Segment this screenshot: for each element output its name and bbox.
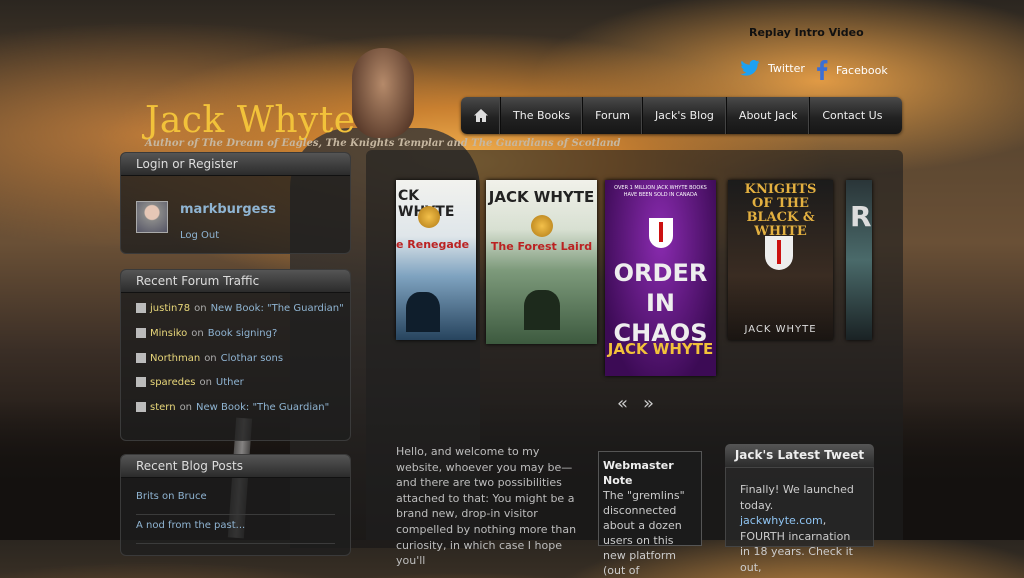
book-subtitle: The Forest Laird <box>490 240 593 253</box>
tweet-text: Finally! We launched today. <box>740 483 854 512</box>
nav-contact-us[interactable]: Contact Us <box>810 97 894 134</box>
forum-user-link[interactable]: Northman <box>150 353 200 364</box>
latest-tweet-heading: Jack's Latest Tweet <box>725 444 874 467</box>
knight-silhouette <box>406 292 440 332</box>
on-label: on <box>179 402 193 414</box>
cross-icon <box>659 222 663 242</box>
blog-posts-heading: Recent Blog Posts <box>121 455 350 478</box>
login-heading: Login or Register <box>121 153 350 176</box>
forum-topic-link[interactable]: Book signing? <box>208 328 278 339</box>
facebook-label: Facebook <box>836 63 888 77</box>
book-cover[interactable]: R <box>846 180 872 340</box>
seal-icon <box>418 206 440 228</box>
nav-home[interactable] <box>461 97 501 134</box>
facebook-link[interactable]: Facebook <box>816 60 888 80</box>
nav-the-books[interactable]: The Books <box>501 97 584 134</box>
book-cover[interactable]: CK WHYTE e Renegade <box>396 180 476 340</box>
book-title: R <box>850 200 872 233</box>
knight-silhouette <box>524 290 560 330</box>
forum-traffic-panel: Recent Forum Traffic justin78 on New Book:… <box>120 269 351 441</box>
user-icon <box>136 402 146 413</box>
forum-topic-link[interactable]: New Book: "The Guardian" <box>211 303 344 314</box>
forum-user-link[interactable]: justin78 <box>150 303 190 314</box>
nav-jacks-blog[interactable]: Jack's Blog <box>643 97 727 134</box>
on-label: on <box>194 303 207 314</box>
book-tagline: OVER 1 MILLION JACK WHYTE BOOKS HAVE BEE… <box>614 185 707 198</box>
carousel-prev-button[interactable]: « <box>617 393 628 414</box>
twitter-link[interactable]: Twitter <box>740 60 805 76</box>
blog-posts-panel: Recent Blog Posts Brits on Bruce A nod f… <box>120 454 351 556</box>
twitter-icon <box>740 60 760 76</box>
book-subtitle: e Renegade <box>396 238 470 251</box>
on-label: on <box>191 327 204 339</box>
forum-topic-link[interactable]: Uther <box>216 377 244 388</box>
site-subtitle: Author of The Dream of Eagles, The Knigh… <box>145 138 621 149</box>
twitter-label: Twitter <box>768 61 805 75</box>
username-link[interactable]: markburgess <box>180 202 276 217</box>
forum-user-link[interactable]: stern <box>150 402 176 413</box>
avatar[interactable] <box>136 201 168 233</box>
book-cover[interactable]: JACK WHYTE The Forest Laird <box>486 180 597 344</box>
on-label: on <box>199 377 212 389</box>
forum-user-link[interactable]: Minsiko <box>150 328 187 339</box>
forum-traffic-heading: Recent Forum Traffic <box>121 270 350 293</box>
latest-tweet: Finally! We launched today. jackwhyte.co… <box>725 467 874 574</box>
book-title: JACK WHYTE <box>488 188 595 206</box>
list-item: Minsiko on Book signing? <box>136 327 350 353</box>
list-item: stern on New Book: "The Guardian" <box>136 402 350 427</box>
user-icon <box>136 377 146 388</box>
main-nav: The Books Forum Jack's Blog About Jack C… <box>461 97 902 134</box>
blog-post-link[interactable]: Brits on Bruce <box>136 486 335 515</box>
book-title: KNIGHTS OF THE BLACK & WHITE <box>744 182 817 239</box>
tweet-link[interactable]: jackwhyte.com <box>740 514 823 527</box>
list-item: sparedes on Uther <box>136 377 350 402</box>
nav-about-jack[interactable]: About Jack <box>727 97 811 134</box>
forum-user-link[interactable]: sparedes <box>150 377 195 388</box>
list-item: justin78 on New Book: "The Guardian" <box>136 303 350 328</box>
user-icon <box>136 303 146 313</box>
user-icon <box>136 327 146 338</box>
facebook-icon <box>817 60 828 80</box>
book-author: JACK WHYTE <box>607 340 714 358</box>
list-item: Northman on Clothar sons <box>136 352 350 378</box>
on-label: on <box>204 352 217 364</box>
carousel-next-button[interactable]: » <box>643 393 654 414</box>
forum-topic-link[interactable]: Clothar sons <box>221 353 283 364</box>
seal-icon <box>531 215 553 237</box>
site-title[interactable]: Jack Whyte <box>145 100 356 141</box>
login-panel: Login or Register markburgess Log Out <box>120 152 351 254</box>
book-cover[interactable]: KNIGHTS OF THE BLACK & WHITE JACK WHYTE <box>728 180 833 340</box>
nav-forum[interactable]: Forum <box>583 97 643 134</box>
forum-topic-link[interactable]: New Book: "The Guardian" <box>196 402 329 413</box>
book-title: ORDER IN CHAOS <box>613 259 708 347</box>
webmaster-note: Webmaster Note The "gremlins" disconnect… <box>598 451 702 577</box>
book-author: JACK WHYTE <box>744 324 817 335</box>
replay-intro-link[interactable]: Replay Intro Video <box>749 26 864 39</box>
forum-traffic-list: justin78 on New Book: "The Guardian" Minsi… <box>121 293 350 427</box>
user-icon <box>136 352 146 363</box>
home-icon <box>473 109 488 122</box>
welcome-text: Hello, and welcome to my website, whoeve… <box>396 445 577 568</box>
book-cover[interactable]: OVER 1 MILLION JACK WHYTE BOOKS HAVE BEE… <box>605 180 716 376</box>
cross-icon <box>777 240 781 264</box>
webmaster-note-heading: Webmaster Note <box>603 459 674 487</box>
webmaster-note-text: The "gremlins" disconnected about a doze… <box>603 489 685 577</box>
logout-link[interactable]: Log Out <box>180 230 219 241</box>
blog-posts-list: Brits on Bruce A nod from the past... <box>121 478 350 544</box>
